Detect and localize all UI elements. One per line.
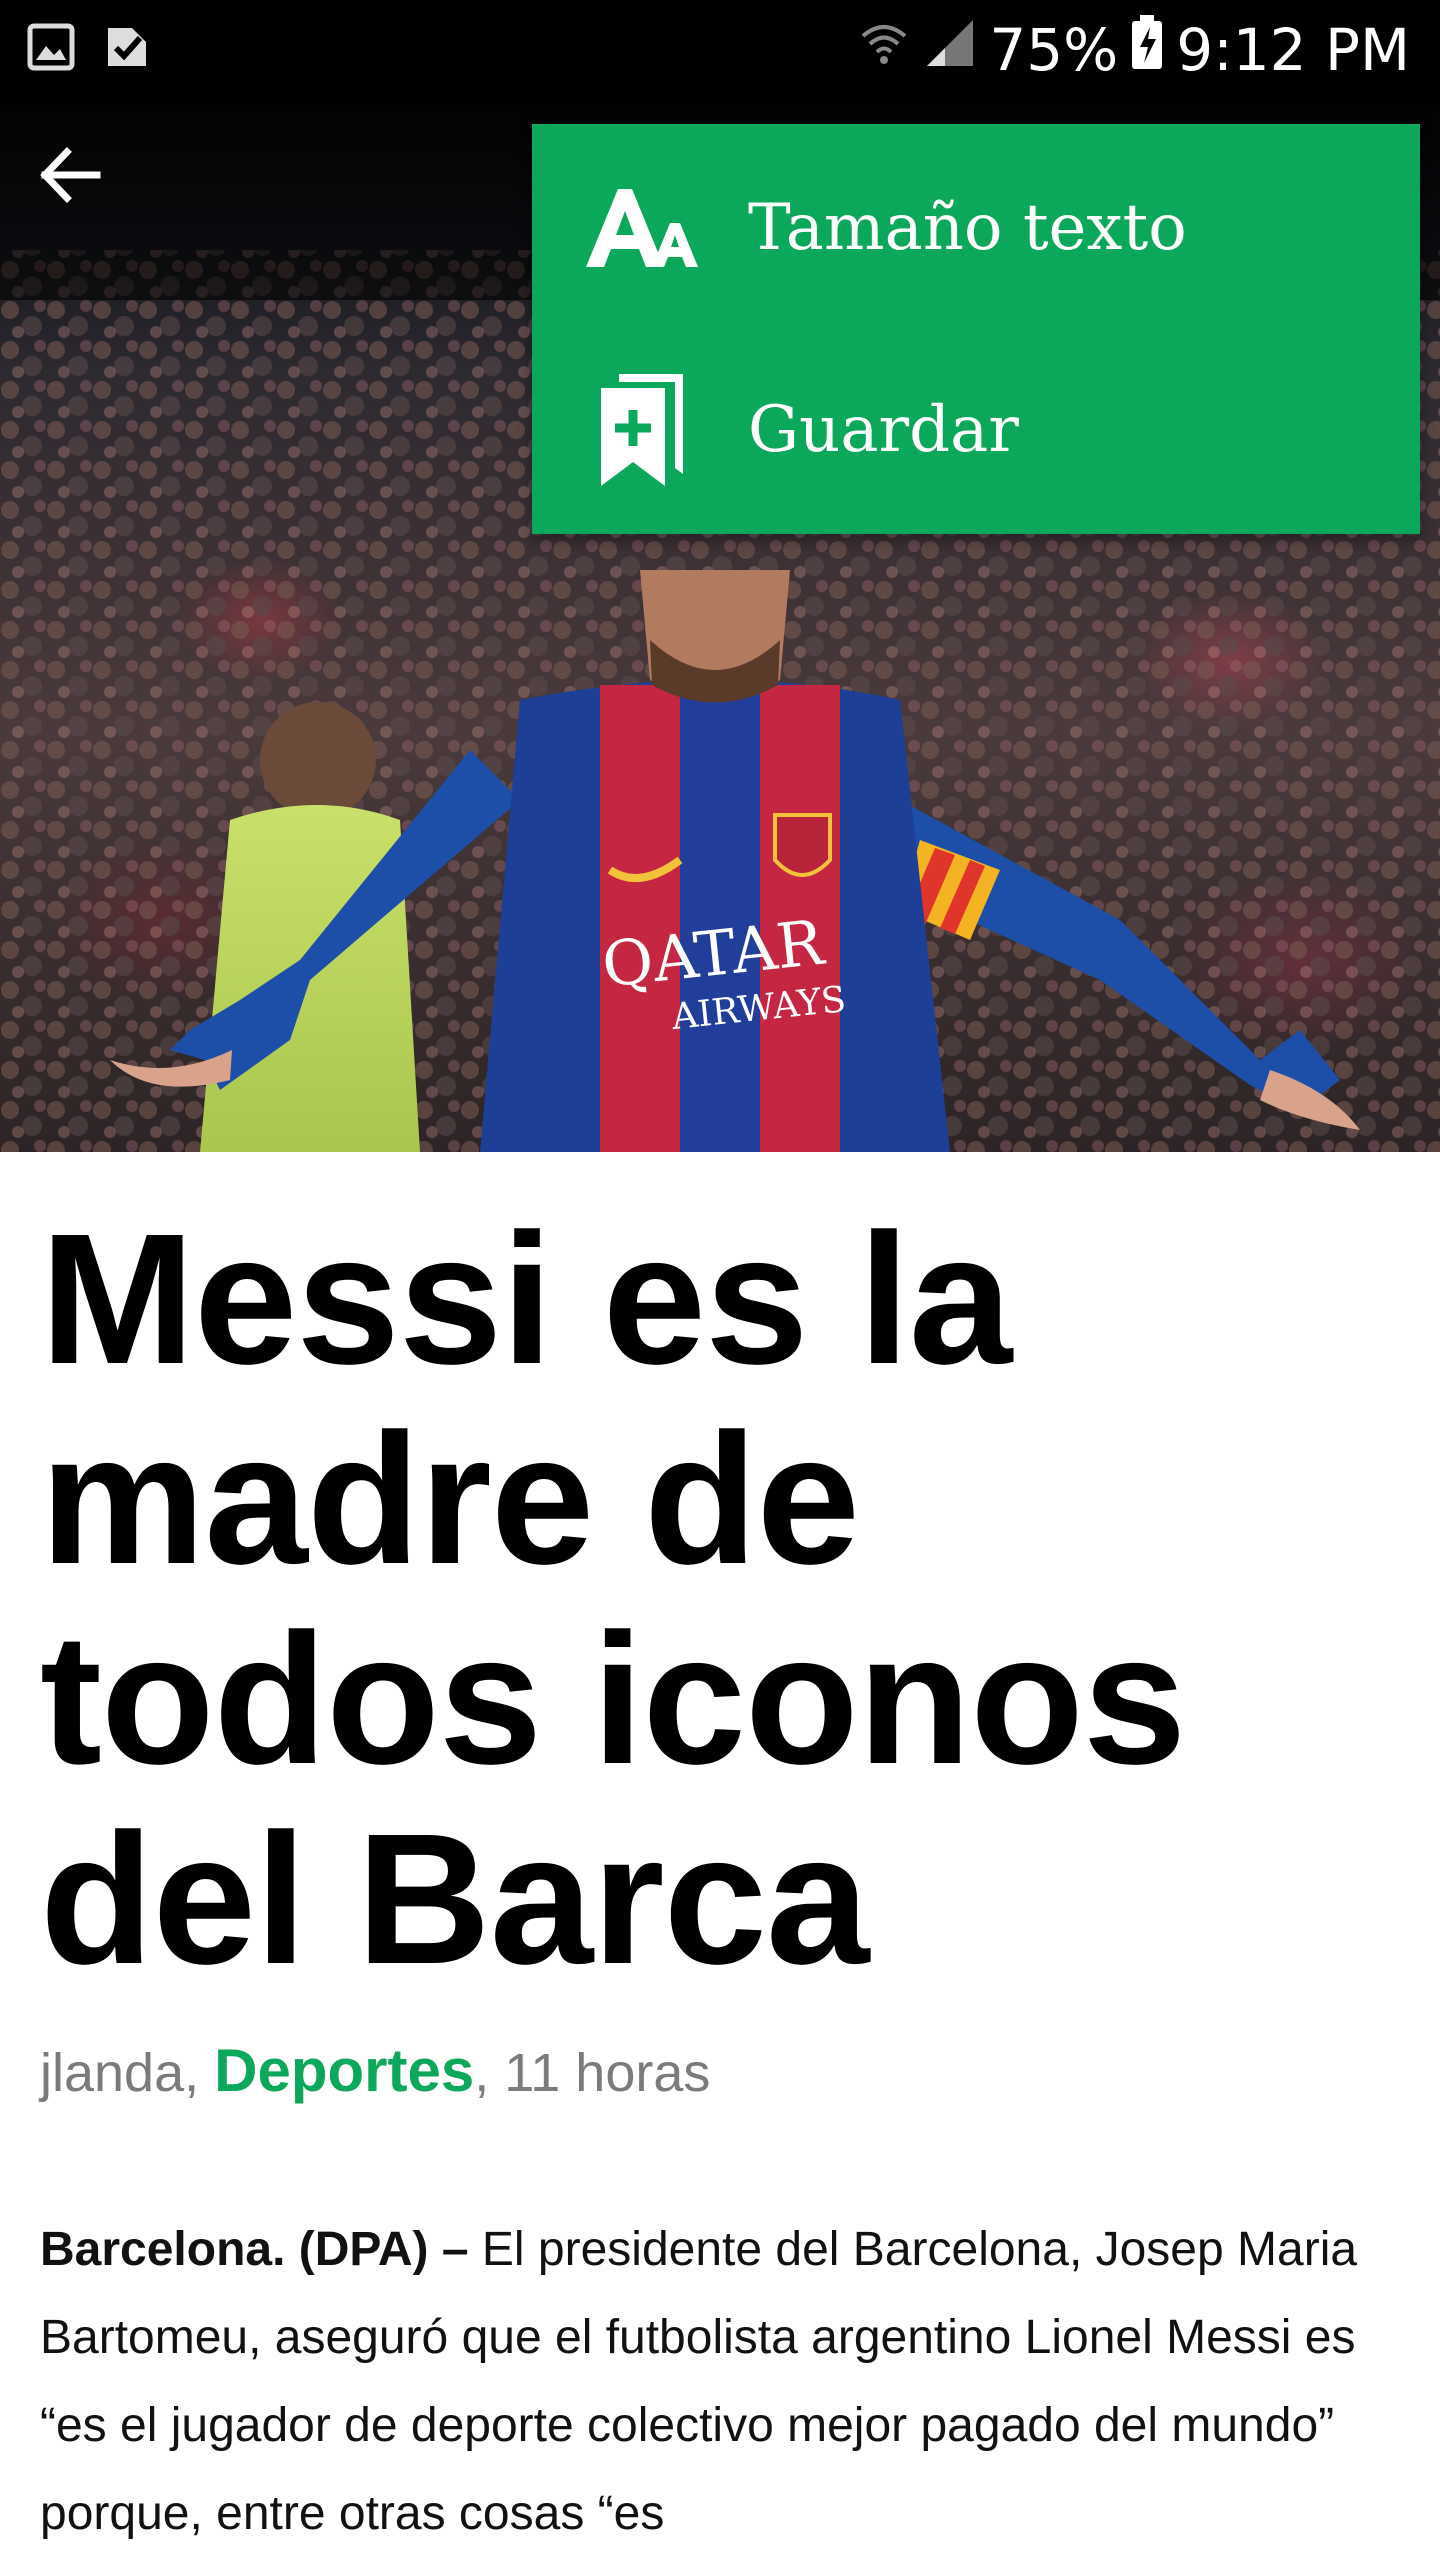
menu-item-label: Guardar <box>748 393 1019 467</box>
battery-percent: 75% <box>989 16 1119 84</box>
article-byline: jlanda, Deportes, 11 horas <box>40 2036 710 2105</box>
arrow-left-icon <box>40 147 101 203</box>
article-body: Barcelona. (DPA) – El presidente del Bar… <box>40 2206 1410 2558</box>
status-time: 9:12 PM <box>1176 16 1410 84</box>
status-icons-right: 75% 9:12 PM <box>857 12 1410 88</box>
status-bar: 75% 9:12 PM <box>0 0 1440 100</box>
article-dateline: Barcelona. (DPA) – <box>40 2223 469 2276</box>
battery-charging-icon <box>1130 15 1164 85</box>
gallery-icon <box>26 22 76 77</box>
section-link[interactable]: Deportes <box>214 2037 474 2104</box>
menu-item-save[interactable]: Guardar <box>532 330 1420 530</box>
author-name: jlanda, <box>40 2043 200 2103</box>
bookmark-add-icon <box>582 374 702 486</box>
menu-item-label: Tamaño texto <box>748 191 1187 265</box>
wifi-icon <box>857 16 911 84</box>
menu-item-text-size[interactable]: Tamaño texto <box>532 128 1420 328</box>
publish-time: , 11 horas <box>474 2043 711 2103</box>
text-size-icon <box>582 173 702 283</box>
back-button[interactable] <box>30 135 110 215</box>
status-icons-left <box>26 22 152 77</box>
cell-signal-icon <box>923 16 977 84</box>
task-check-icon <box>102 22 152 77</box>
overflow-menu: Tamaño texto Guardar <box>532 124 1420 534</box>
article-headline: Messi es la madre de todos iconos del Ba… <box>40 1196 1186 2003</box>
